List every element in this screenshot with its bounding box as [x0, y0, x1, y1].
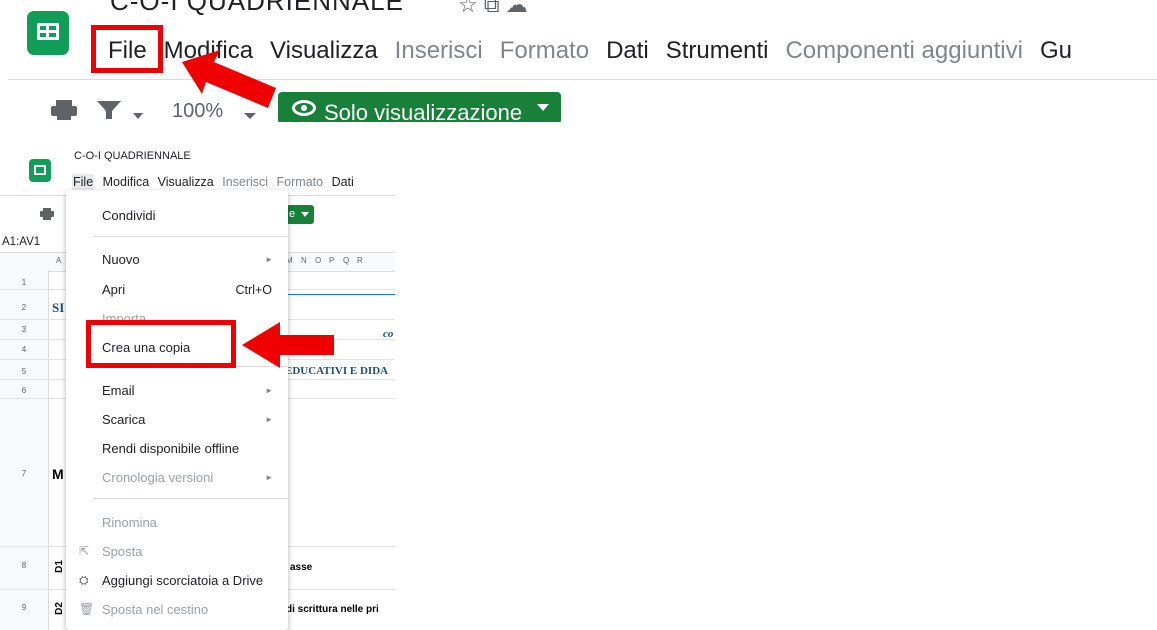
spreadsheet-panel: C-O-I QUADRIENNALE File Modifica Visuali…	[0, 148, 395, 630]
row-header-4[interactable]: 4	[0, 345, 48, 354]
row-header-9[interactable]: 9	[0, 603, 48, 612]
menu-separator	[94, 498, 288, 499]
document-title[interactable]: C-O-I QUADRIENNALE	[110, 0, 404, 17]
view-mode-button[interactable]: Solo visualizzazione	[278, 92, 561, 122]
red-arrow-left-icon	[242, 322, 334, 368]
menu-item-email[interactable]: Email	[102, 383, 135, 398]
menu-inserisci[interactable]: Inserisci	[395, 37, 483, 65]
menu-formato[interactable]: Formato	[500, 37, 589, 65]
menu-item-cronologia-versioni[interactable]: Cronologia versioni	[102, 470, 213, 485]
menu-item-aggiungi-scorciatoia[interactable]: Aggiungi scorciatoia a Drive	[102, 573, 263, 588]
caret-down-small-icon	[301, 212, 309, 217]
menu-componenti-aggiuntivi[interactable]: Componenti aggiuntivi	[785, 37, 1022, 65]
row-header-7[interactable]: 7	[0, 469, 48, 478]
row-header-8[interactable]: 8	[0, 561, 48, 570]
menu-item-nuovo[interactable]: Nuovo	[102, 252, 140, 267]
eye-icon	[292, 100, 316, 116]
menu-guida[interactable]: Gu	[1040, 37, 1072, 65]
view-mode-label-small: e	[289, 208, 296, 220]
print-icon[interactable]	[50, 98, 78, 120]
menu-item-apri[interactable]: Apri	[102, 282, 125, 297]
cell-row7[interactable]: M	[52, 466, 64, 482]
column-header-a[interactable]: A	[56, 256, 61, 265]
row-header-5[interactable]: 5	[0, 367, 48, 376]
drive-shortcut-icon: ⛭	[79, 573, 89, 587]
row-header-2[interactable]: 2	[0, 303, 48, 312]
column-header-o[interactable]: O	[315, 256, 321, 265]
zoom-level[interactable]: 100%	[172, 100, 223, 122]
column-header-n[interactable]: N	[301, 256, 307, 265]
shortcut-apri: Ctrl+O	[235, 283, 272, 297]
menu-file-small[interactable]: File	[72, 174, 95, 190]
cell-row2[interactable]: SI	[52, 300, 64, 316]
folder-move-icon: ⇱	[79, 544, 90, 558]
menu-bar-small: File Modifica Visualizza Inserisci Forma…	[72, 174, 359, 190]
submenu-arrow-icon: ►	[265, 255, 273, 264]
file-highlight-box	[91, 25, 163, 73]
submenu-arrow-icon: ►	[265, 415, 273, 424]
menu-modifica-small[interactable]: Modifica	[103, 175, 150, 189]
menu-visualizza-small[interactable]: Visualizza	[158, 175, 214, 189]
column-header-q[interactable]: Q	[343, 256, 349, 265]
menu-inserisci-small[interactable]: Inserisci	[222, 175, 268, 189]
row-header-6[interactable]: 6	[0, 386, 48, 395]
name-box[interactable]: A1:AV1	[2, 236, 40, 248]
menu-item-rinomina[interactable]: Rinomina	[102, 515, 157, 530]
submenu-arrow-icon: ►	[265, 386, 273, 395]
cell-border	[280, 294, 395, 295]
caret-down-icon	[537, 104, 549, 111]
filter-icon[interactable]	[96, 100, 122, 120]
trash-icon: 🗑	[79, 602, 95, 616]
file-menu-dropdown: Condividi Nuovo ► Apri Ctrl+O Importa Cr…	[66, 190, 288, 630]
view-mode-label: Solo visualizzazione	[324, 100, 523, 122]
row-header-3[interactable]: 3	[0, 325, 48, 334]
sheets-logo-small-icon[interactable]	[29, 159, 51, 182]
copy-highlight-box	[86, 320, 236, 368]
cell-row8-code[interactable]: D1	[54, 560, 65, 573]
menu-dati-small[interactable]: Dati	[332, 175, 354, 189]
menu-strumenti[interactable]: Strumenti	[666, 37, 769, 65]
submenu-arrow-icon: ►	[265, 473, 273, 482]
star-icon[interactable]: ☆ ⧉ ☁	[458, 0, 528, 18]
menu-formato-small[interactable]: Formato	[277, 175, 324, 189]
menu-item-condividi[interactable]: Condividi	[102, 208, 155, 223]
cell-row9-text[interactable]: di scrittura nelle pri	[286, 604, 379, 615]
row-headers: 1 2 3 4 5 6 7 8 9	[0, 270, 49, 630]
menu-item-sposta-nel-cestino[interactable]: Sposta nel cestino	[102, 602, 208, 617]
column-header-r[interactable]: R	[357, 256, 363, 265]
column-header-p[interactable]: P	[329, 256, 334, 265]
zoom-chevron-down-icon[interactable]	[243, 112, 257, 120]
menu-separator	[94, 236, 288, 237]
menu-item-scarica[interactable]: Scarica	[102, 412, 145, 427]
document-title-small[interactable]: C-O-I QUADRIENNALE	[74, 150, 191, 162]
row-header-1[interactable]: 1	[0, 278, 48, 287]
cell-row3[interactable]: co	[383, 328, 393, 340]
sheets-logo-icon[interactable]	[27, 11, 69, 55]
print-small-icon[interactable]	[40, 208, 54, 220]
menu-visualizza[interactable]: Visualizza	[270, 37, 378, 65]
menu-dati[interactable]: Dati	[606, 37, 649, 65]
view-mode-button-small[interactable]: e	[286, 205, 314, 224]
zoomed-header-panel: C-O-I QUADRIENNALE ☆ ⧉ ☁ File Modifica V…	[0, 0, 1157, 122]
menu-item-sposta[interactable]: Sposta	[102, 544, 142, 559]
cell-row8-text[interactable]: asse	[290, 562, 312, 573]
menu-item-rendi-offline[interactable]: Rendi disponibile offline	[102, 441, 239, 456]
chevron-down-icon[interactable]	[132, 112, 144, 120]
cell-row9-code[interactable]: D2	[54, 602, 65, 615]
